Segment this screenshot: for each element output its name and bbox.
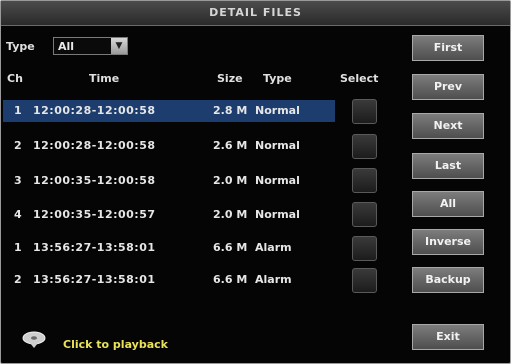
file-time-range: 13:56:27-13:58:01 [33,241,156,254]
file-row[interactable]: 2 13:56:27-13:58:01 6.6 M Alarm [3,269,335,291]
backup-button[interactable]: Backup [412,267,484,293]
file-channel: 1 [14,241,22,254]
file-type: Alarm [255,241,292,254]
file-channel: 4 [14,208,22,221]
file-size: 6.6 M [213,241,248,254]
file-size: 6.6 M [213,273,248,286]
file-size: 2.6 M [213,139,248,152]
file-channel: 2 [14,139,22,152]
file-row[interactable]: 1 13:56:27-13:58:01 6.6 M Alarm [3,237,335,259]
column-header-size: Size [217,72,243,85]
file-row[interactable]: 2 12:00:28-12:00:58 2.6 M Normal [3,135,335,157]
prev-page-button[interactable]: Prev [412,74,484,100]
column-header-select: Select [340,72,379,85]
select-checkbox[interactable] [352,236,377,261]
first-page-button[interactable]: First [412,35,484,61]
file-channel: 2 [14,273,22,286]
file-type: Normal [255,104,300,117]
file-time-range: 13:56:27-13:58:01 [33,273,156,286]
file-time-range: 12:00:28-12:00:58 [33,104,156,117]
select-checkbox[interactable] [352,168,377,193]
column-header-time: Time [89,72,120,85]
exit-button[interactable]: Exit [412,324,484,350]
file-channel: 1 [14,104,22,117]
last-page-button[interactable]: Last [412,153,484,179]
file-size: 2.8 M [213,104,248,117]
select-checkbox[interactable] [352,202,377,227]
file-size: 2.0 M [213,208,248,221]
file-time-range: 12:00:28-12:00:58 [33,139,156,152]
type-filter-value: All [58,40,75,53]
inverse-selection-button[interactable]: Inverse [412,229,484,255]
file-channel: 3 [14,174,22,187]
file-time-range: 12:00:35-12:00:57 [33,208,156,221]
file-time-range: 12:00:35-12:00:58 [33,174,156,187]
file-size: 2.0 M [213,174,248,187]
select-all-button[interactable]: All [412,191,484,217]
file-type: Normal [255,208,300,221]
playback-disc-icon [22,331,46,348]
select-checkbox[interactable] [352,268,377,293]
file-row[interactable]: 4 12:00:35-12:00:57 2.0 M Normal [3,204,335,226]
type-filter-select[interactable]: All ▼ [53,37,128,55]
playback-hint: Click to playback [63,338,168,351]
chevron-down-icon[interactable]: ▼ [111,38,127,54]
file-type: Normal [255,174,300,187]
file-type: Alarm [255,273,292,286]
select-checkbox[interactable] [352,99,377,124]
column-header-ch: Ch [7,72,23,85]
file-row[interactable]: 1 12:00:28-12:00:58 2.8 M Normal [3,100,335,122]
select-checkbox[interactable] [352,134,377,159]
column-header-type: Type [263,72,292,85]
file-row[interactable]: 3 12:00:35-12:00:58 2.0 M Normal [3,170,335,192]
next-page-button[interactable]: Next [412,113,484,139]
detail-files-window: DETAIL FILES Type All ▼ Ch Time Size Typ… [0,0,511,364]
file-type: Normal [255,139,300,152]
type-filter-label: Type [6,40,35,53]
window-title: DETAIL FILES [1,1,510,26]
